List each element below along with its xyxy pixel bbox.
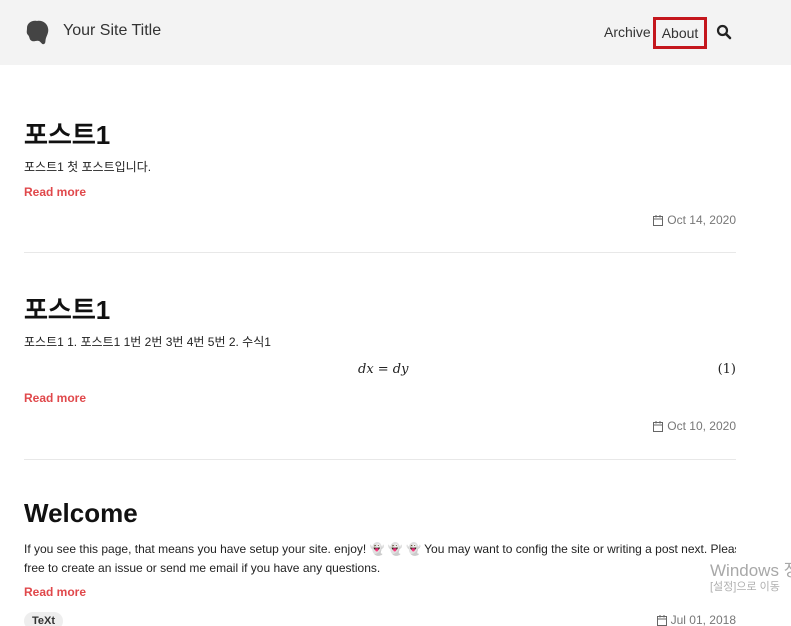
post-tag[interactable]: TeXt: [24, 612, 64, 626]
post-summary-line: free to create an issue or send me email…: [24, 561, 381, 575]
post-title[interactable]: Welcome: [24, 498, 138, 529]
post-date: Jul 01, 2018: [656, 613, 736, 626]
calendar-icon: [656, 614, 667, 626]
post-item: Welcome If you see this page, that means…: [24, 0, 736, 626]
read-more-link[interactable]: Read more: [24, 585, 86, 599]
post-date-text: Jul 01, 2018: [670, 613, 736, 626]
post-summary-line: If you see this page, that means you hav…: [24, 542, 736, 556]
windows-activation-subtext: [설정]으로 이동: [710, 581, 780, 593]
